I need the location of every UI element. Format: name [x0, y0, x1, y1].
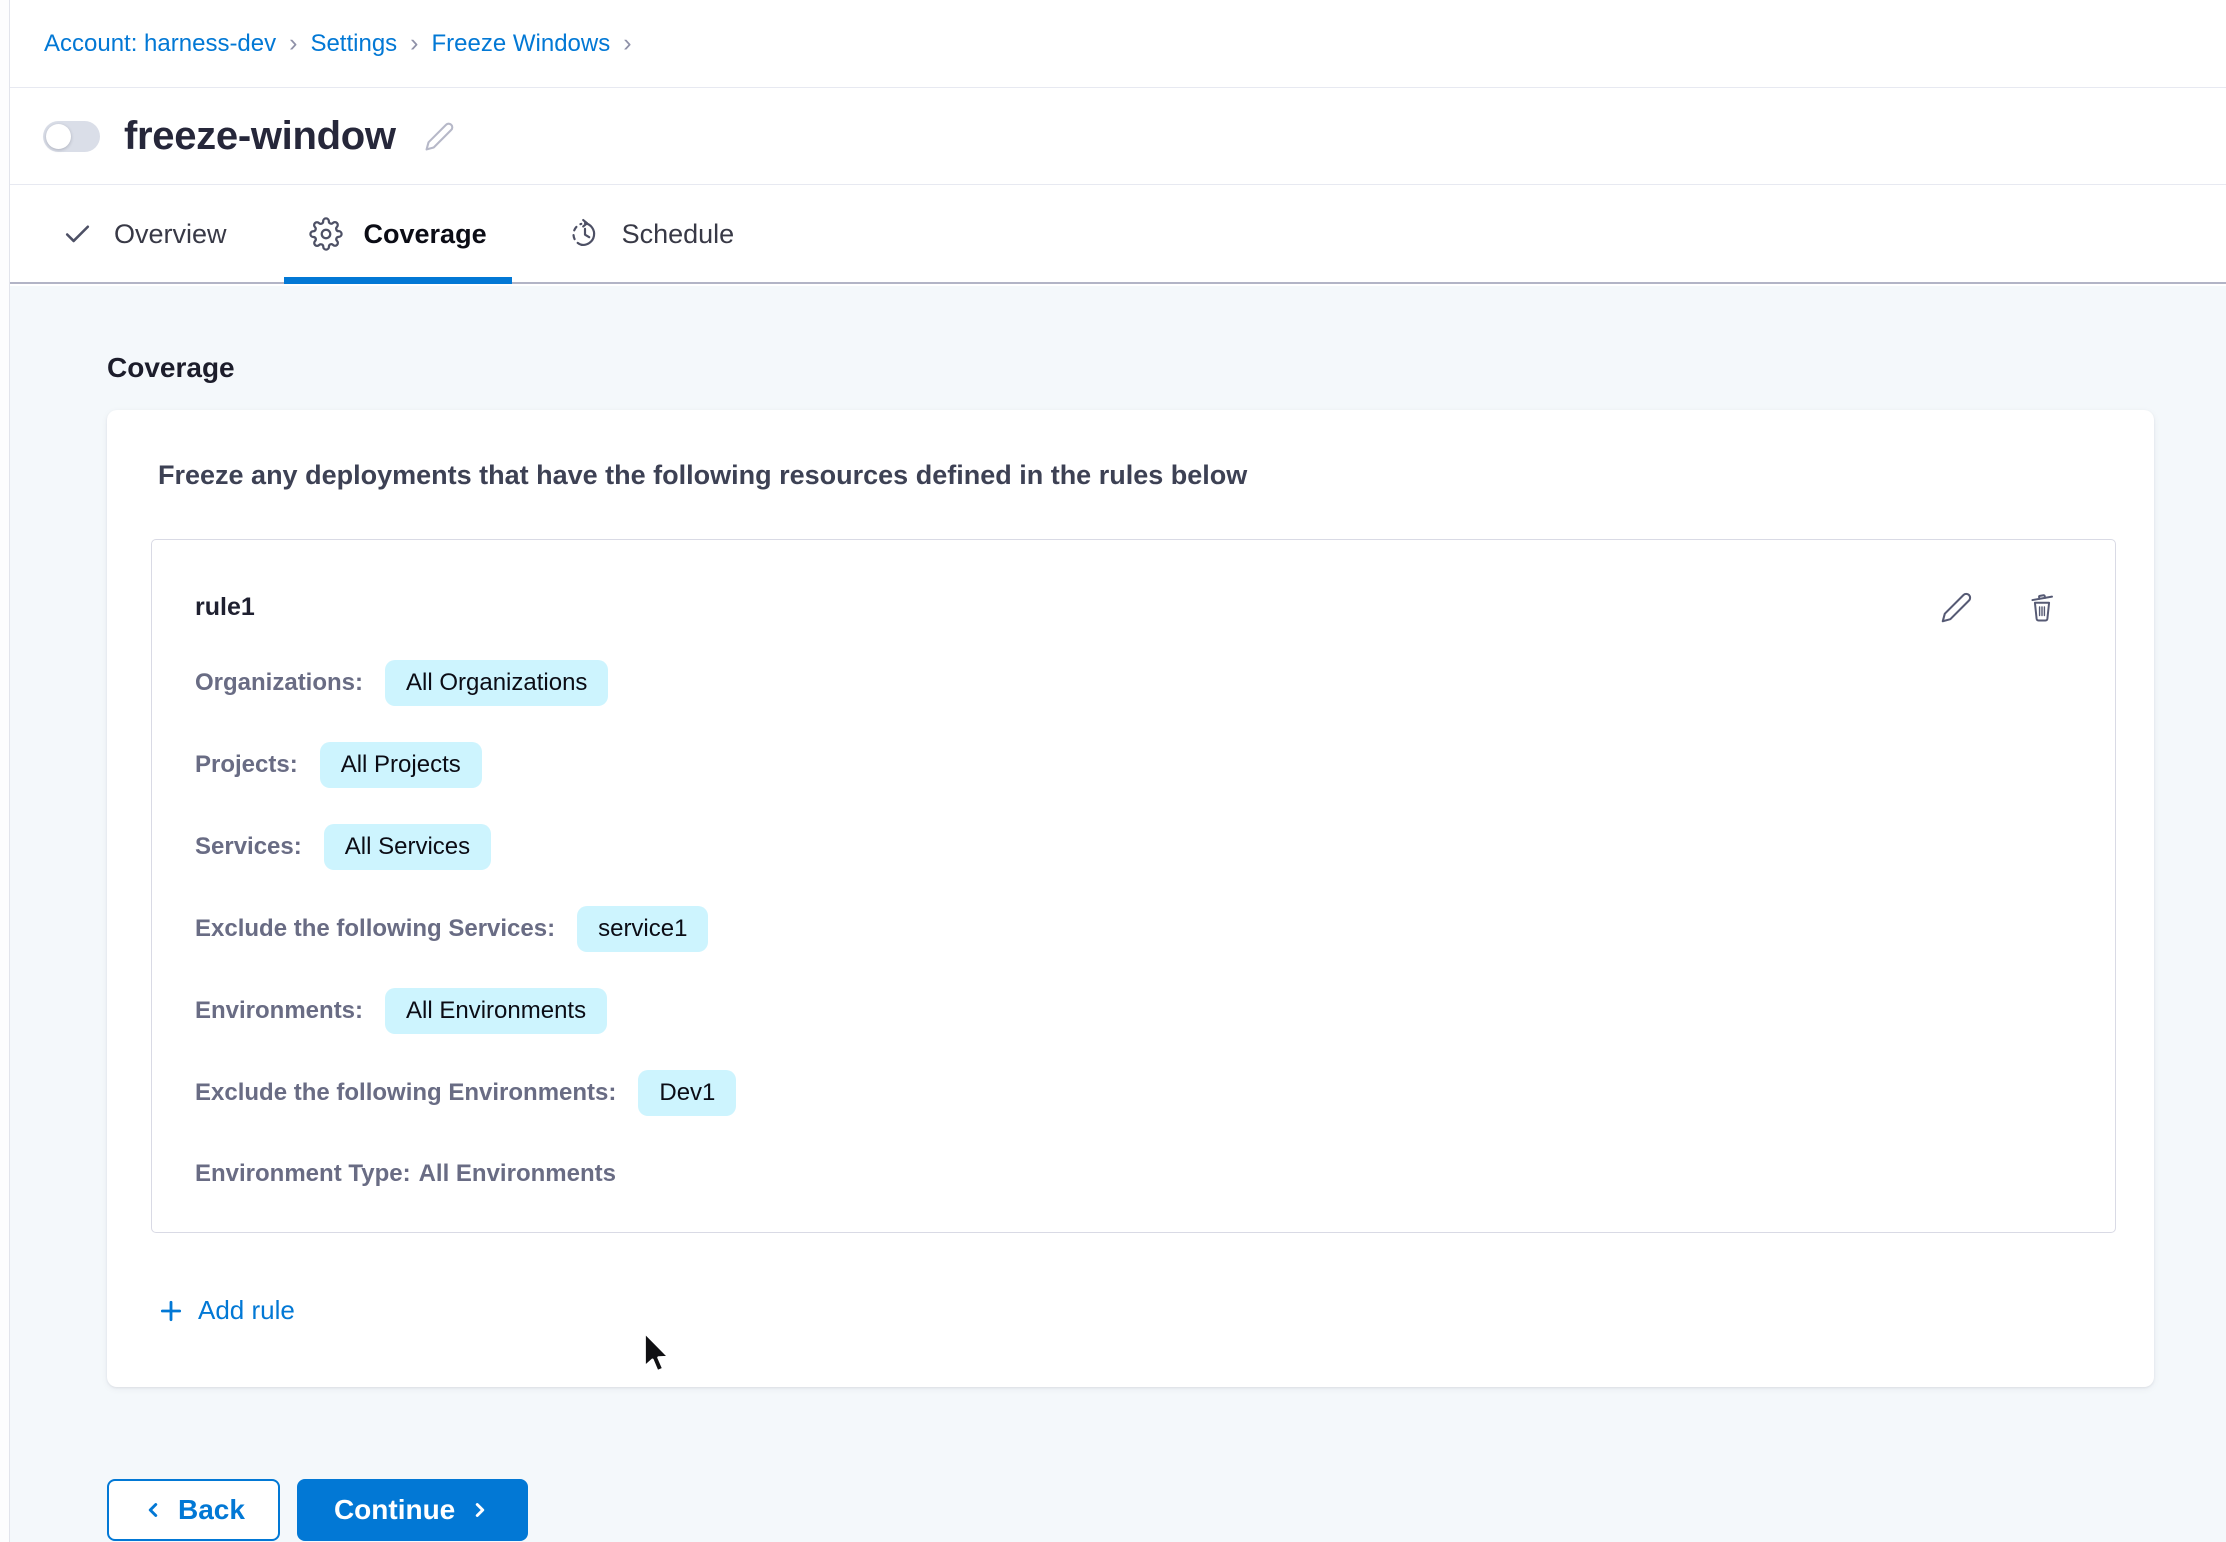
value-chip: All Projects	[320, 742, 482, 788]
title-bar: freeze-window VISUAL YAML	[0, 89, 2226, 185]
pencil-icon	[1940, 591, 1973, 624]
breadcrumb-separator: ›	[623, 29, 631, 58]
coverage-card: Freeze any deployments that have the fol…	[107, 410, 2154, 1387]
value-chip: All Organizations	[385, 660, 608, 706]
check-icon	[62, 219, 93, 250]
wizard-footer: Back Continue	[107, 1479, 2226, 1541]
left-edge-divider	[0, 0, 10, 1542]
rule-row-environments: Environments: All Environments	[195, 988, 2059, 1034]
plus-icon	[158, 1298, 184, 1324]
delete-rule-button[interactable]	[2025, 590, 2059, 624]
value-chip: Dev1	[638, 1070, 736, 1116]
toggle-knob	[46, 124, 71, 149]
rule-card: rule1	[151, 539, 2116, 1233]
tab-bar: Overview Coverage Schedule	[0, 186, 2226, 284]
rule-row-projects: Projects: All Projects	[195, 742, 2059, 788]
row-label: Services:	[195, 833, 302, 861]
continue-label: Continue	[334, 1494, 455, 1526]
row-label: Exclude the following Environments:	[195, 1079, 616, 1107]
add-rule-button[interactable]: Add rule	[158, 1295, 295, 1326]
gear-icon	[309, 217, 343, 251]
row-value: All Environments	[419, 1160, 616, 1187]
rule-row-exclude-environments: Exclude the following Environments: Dev1	[195, 1070, 2059, 1116]
row-label: Organizations:	[195, 669, 363, 697]
tab-schedule[interactable]: Schedule	[544, 186, 760, 282]
schedule-clock-icon	[569, 218, 601, 250]
rule-row-organizations: Organizations: All Organizations	[195, 660, 2059, 706]
breadcrumb: Account: harness-dev › Settings › Freeze…	[0, 0, 2226, 88]
edit-title-button[interactable]	[424, 121, 455, 152]
row-label: Projects:	[195, 751, 298, 779]
breadcrumb-separator: ›	[410, 29, 418, 58]
freeze-enabled-toggle[interactable]	[43, 121, 100, 152]
section-title: Coverage	[107, 352, 2226, 384]
add-rule-label: Add rule	[198, 1295, 295, 1326]
edit-rule-button[interactable]	[1939, 590, 1973, 624]
tab-label: Schedule	[622, 219, 735, 250]
back-label: Back	[178, 1494, 245, 1526]
tab-overview[interactable]: Overview	[37, 186, 252, 282]
breadcrumb-account-link[interactable]: Account: harness-dev	[44, 30, 276, 58]
breadcrumb-freeze-windows-link[interactable]: Freeze Windows	[432, 30, 611, 58]
pencil-icon	[424, 121, 455, 152]
rule-row-exclude-services: Exclude the following Services: service1	[195, 906, 2059, 952]
continue-button[interactable]: Continue	[297, 1479, 528, 1541]
rule-row-services: Services: All Services	[195, 824, 2059, 870]
breadcrumb-separator: ›	[289, 29, 297, 58]
trash-icon	[2025, 590, 2059, 624]
coverage-intro-text: Freeze any deployments that have the fol…	[158, 460, 2154, 491]
tab-label: Overview	[114, 219, 227, 250]
coverage-panel: Coverage Freeze any deployments that hav…	[0, 286, 2226, 1542]
row-label: Environments:	[195, 997, 363, 1025]
rule-row-environment-type: Environment Type: All Environments	[195, 1160, 2059, 1188]
value-chip: All Environments	[385, 988, 607, 1034]
value-chip: service1	[577, 906, 708, 952]
chevron-left-icon	[142, 1499, 164, 1521]
value-chip: All Services	[324, 824, 491, 870]
back-button[interactable]: Back	[107, 1479, 280, 1541]
chevron-right-icon	[469, 1499, 491, 1521]
tab-label: Coverage	[364, 219, 487, 250]
tab-coverage[interactable]: Coverage	[284, 186, 512, 282]
row-label: Environment Type:	[195, 1160, 411, 1187]
page-title: freeze-window	[124, 114, 396, 159]
row-label: Exclude the following Services:	[195, 915, 555, 943]
breadcrumb-settings-link[interactable]: Settings	[310, 30, 397, 58]
rule-name: rule1	[195, 590, 255, 624]
